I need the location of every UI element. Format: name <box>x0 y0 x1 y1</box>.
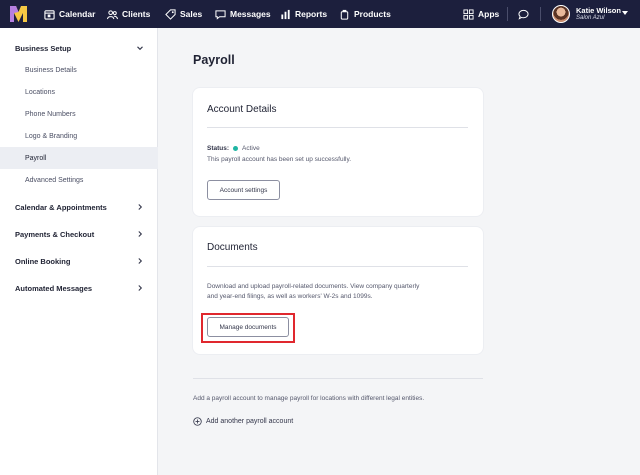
add-payroll-account-label: Add another payroll account <box>206 418 294 425</box>
status-label: Status: <box>207 145 230 152</box>
nav-clients-label: Clients <box>122 9 151 19</box>
chat-bubble-icon <box>518 9 529 20</box>
nav-reports[interactable]: Reports <box>280 0 327 28</box>
logo-icon[interactable] <box>10 6 27 22</box>
reports-icon <box>281 9 290 19</box>
sidebar-section-label: Business Setup <box>15 43 72 53</box>
sidebar-item-label: Logo & Branding <box>25 132 78 140</box>
sidebar-item-label: Advanced Settings <box>25 176 84 184</box>
section-divider <box>193 378 483 379</box>
plus-circle-icon <box>193 417 202 426</box>
nav-apps[interactable]: Apps <box>463 0 499 28</box>
sidebar-item-locations[interactable]: Locations <box>0 81 158 103</box>
card-divider <box>207 127 468 128</box>
documents-description-line2: and year-end filings, as well as workers… <box>207 293 373 300</box>
sidebar-section-label: Online Booking <box>15 256 71 266</box>
sidebar-section-payments-checkout[interactable]: Payments & Checkout <box>0 223 158 245</box>
account-details-title: Account Details <box>207 104 277 115</box>
products-icon <box>340 9 349 20</box>
nav-sales[interactable]: Sales <box>165 0 202 28</box>
add-payroll-account-link[interactable]: Add another payroll account <box>193 417 293 426</box>
sidebar-item-label: Business Details <box>25 66 77 74</box>
chevron-right-icon <box>138 285 143 291</box>
user-business[interactable]: Salon Azul <box>576 15 604 21</box>
documents-description-line1: Download and upload payroll-related docu… <box>207 283 420 290</box>
nav-calendar[interactable]: Calendar <box>44 0 95 28</box>
user-name[interactable]: Katie Wilson <box>576 6 621 15</box>
sidebar-section-label: Calendar & Appointments <box>15 202 107 212</box>
sidebar-section-business-setup[interactable]: Business Setup <box>0 37 158 59</box>
nav-messages-label: Messages <box>230 9 271 19</box>
chevron-right-icon <box>138 258 143 264</box>
sidebar-section-online-booking[interactable]: Online Booking <box>0 250 158 272</box>
documents-title: Documents <box>207 242 258 253</box>
sidebar-item-logo-branding[interactable]: Logo & Branding <box>0 125 158 147</box>
status-row: Status: Active <box>207 145 260 152</box>
user-menu-caret-icon[interactable] <box>622 11 628 15</box>
status-active-dot-icon <box>233 146 239 151</box>
account-settings-button[interactable]: Account settings <box>207 180 280 200</box>
status-message: This payroll account has been set up suc… <box>207 156 352 163</box>
page-title: Payroll <box>193 53 235 67</box>
sidebar-item-label: Payroll <box>25 154 47 162</box>
chat-button[interactable] <box>518 0 529 28</box>
status-badge: Active <box>242 145 260 152</box>
nav-divider <box>540 7 541 21</box>
nav-divider <box>507 7 508 21</box>
sidebar-item-advanced-settings[interactable]: Advanced Settings <box>0 169 158 191</box>
messages-icon <box>215 9 226 20</box>
sidebar-item-label: Phone Numbers <box>25 110 76 118</box>
chevron-right-icon <box>138 231 143 237</box>
card-divider <box>207 266 468 267</box>
clients-icon <box>107 9 118 19</box>
highlight-box <box>201 313 295 343</box>
nav-sales-label: Sales <box>180 9 203 19</box>
footer-note: Add a payroll account to manage payroll … <box>193 395 425 402</box>
calendar-icon <box>44 9 55 20</box>
nav-apps-label: Apps <box>478 9 500 19</box>
top-nav-bar: Calendar Clients Sales Messages Reports … <box>0 0 640 28</box>
sidebar-section-automated-messages[interactable]: Automated Messages <box>0 277 158 299</box>
settings-sidebar: Business Setup Business Details Location… <box>0 28 158 475</box>
avatar[interactable] <box>552 5 570 23</box>
apps-grid-icon <box>463 8 474 20</box>
sidebar-item-business-details[interactable]: Business Details <box>0 59 158 81</box>
chevron-down-icon <box>137 46 143 51</box>
sidebar-item-phone-numbers[interactable]: Phone Numbers <box>0 103 158 125</box>
nav-messages[interactable]: Messages <box>215 0 271 28</box>
sidebar-section-label: Payments & Checkout <box>15 229 95 239</box>
sidebar-item-label: Locations <box>25 88 55 96</box>
account-details-card: Account Details Status: Active This payr… <box>193 88 483 216</box>
nav-products-label: Products <box>354 9 391 19</box>
sales-tag-icon <box>165 8 176 20</box>
sidebar-item-payroll[interactable]: Payroll <box>0 147 158 169</box>
nav-products[interactable]: Products <box>339 0 391 28</box>
nav-clients[interactable]: Clients <box>107 0 150 28</box>
nav-reports-label: Reports <box>295 9 328 19</box>
sidebar-section-label: Automated Messages <box>15 283 93 293</box>
sidebar-section-calendar-appointments[interactable]: Calendar & Appointments <box>0 196 158 218</box>
chevron-right-icon <box>138 204 143 210</box>
nav-calendar-label: Calendar <box>59 9 96 19</box>
